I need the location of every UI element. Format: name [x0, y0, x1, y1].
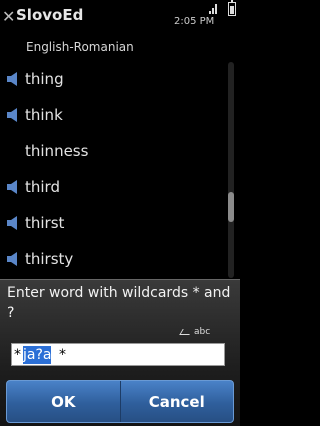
speaker-icon[interactable] [6, 216, 22, 230]
speaker-icon[interactable] [6, 252, 22, 266]
title-bar: ✕ SlovoEd 2:05 PM [0, 0, 240, 36]
input-prefix: * [14, 347, 21, 363]
list-item[interactable]: thing [0, 61, 226, 97]
word-label: third [25, 178, 60, 196]
cancel-button[interactable]: Cancel [119, 381, 234, 422]
dialog-prompt: Enter word with wildcards * and ? [7, 285, 231, 321]
dictionary-name: English-Romanian [26, 40, 134, 54]
list-item[interactable]: third [0, 169, 226, 205]
input-selection: ja?a [23, 346, 52, 364]
word-label: thing [25, 70, 64, 88]
list-item[interactable]: think [0, 97, 226, 133]
scrollbar[interactable] [228, 62, 234, 278]
battery-icon [228, 0, 236, 16]
list-item[interactable]: thirst [0, 205, 226, 241]
input-mode-indicator: abc [179, 327, 211, 338]
speaker-icon[interactable] [6, 108, 22, 122]
clock: 2:05 PM [174, 16, 215, 27]
speaker-icon[interactable] [6, 72, 22, 86]
list-item[interactable]: thinness [0, 133, 226, 169]
list-item[interactable]: thirsty [0, 241, 226, 277]
app-title: SlovoEd [16, 6, 84, 24]
input-mode-label: abc [194, 327, 211, 337]
word-label: thirsty [25, 250, 74, 268]
wildcard-input[interactable]: * ja?a * [11, 343, 225, 366]
battery-level [230, 6, 234, 14]
word-label: think [25, 106, 63, 124]
wildcard-dialog: Enter word with wildcards * and ? abc * … [0, 279, 240, 426]
word-list: thing think thinness third thirst thirst… [0, 61, 226, 277]
dialog-buttons: OK Cancel [6, 380, 234, 423]
ok-button[interactable]: OK [7, 381, 120, 422]
word-label: thinness [25, 142, 89, 160]
speaker-icon[interactable] [6, 180, 22, 194]
close-icon[interactable]: ✕ [2, 9, 15, 25]
scrollbar-thumb[interactable] [228, 192, 234, 222]
word-label: thirst [25, 214, 65, 232]
signal-strength-icon [209, 3, 217, 14]
input-suffix: * [59, 347, 66, 363]
pen-icon [179, 328, 193, 335]
